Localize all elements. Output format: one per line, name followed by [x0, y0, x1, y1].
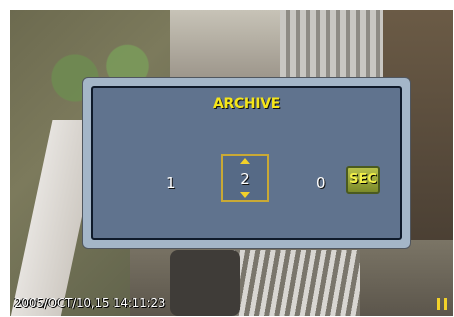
- value-selector[interactable]: 2: [221, 154, 269, 202]
- archive-dialog: ARCHIVE 1 2 0 SEC: [82, 77, 411, 249]
- archive-dialog-panel: ARCHIVE 1 2 0 SEC: [91, 86, 402, 240]
- pause-bar: [444, 298, 447, 310]
- timestamp: 2005/OCT/10,15 14:11:23: [14, 296, 166, 310]
- dialog-title: ARCHIVE: [212, 96, 281, 112]
- background-stripes: [230, 250, 360, 316]
- pause-icon[interactable]: [437, 298, 447, 310]
- camera-view: ARCHIVE 1 2 0 SEC 2005/OCT/10,15 14:11:2…: [10, 10, 453, 316]
- value-right[interactable]: 0: [316, 174, 326, 192]
- unit-sec-button[interactable]: SEC: [346, 166, 380, 194]
- background-sky: [170, 10, 290, 80]
- value-selected[interactable]: 2: [223, 170, 267, 188]
- arrow-down-icon[interactable]: [240, 192, 250, 198]
- pause-bar: [437, 298, 440, 310]
- background-machine: [170, 250, 240, 316]
- arrow-up-icon[interactable]: [240, 158, 250, 164]
- value-left[interactable]: 1: [166, 174, 176, 192]
